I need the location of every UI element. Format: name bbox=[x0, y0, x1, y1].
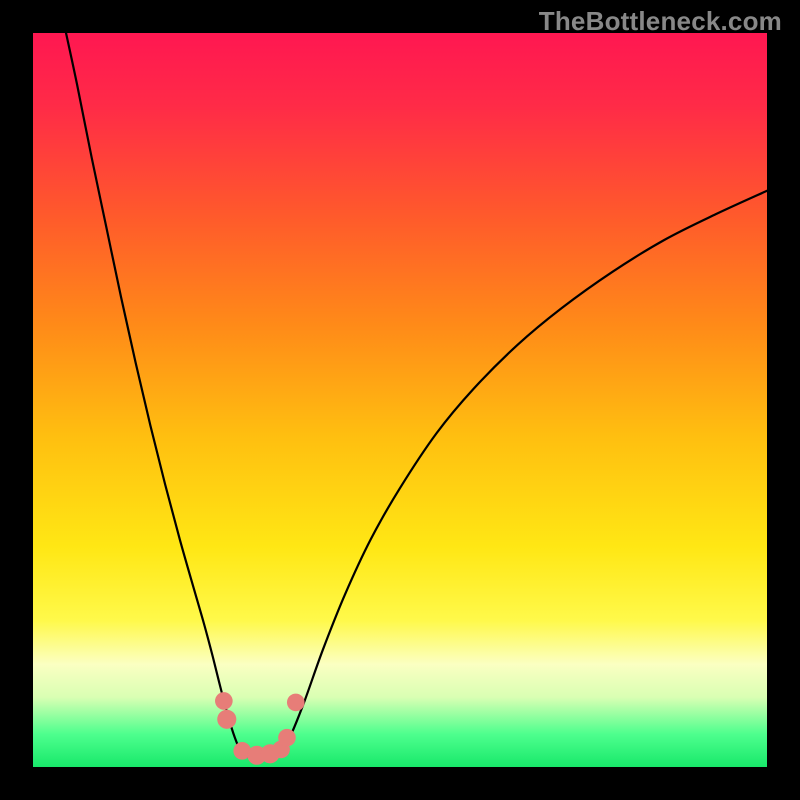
data-marker bbox=[278, 729, 296, 747]
data-marker bbox=[287, 694, 305, 712]
data-marker bbox=[215, 692, 233, 710]
gradient-background bbox=[33, 33, 767, 767]
chart-svg bbox=[33, 33, 767, 767]
data-marker bbox=[217, 710, 236, 729]
plot-area bbox=[33, 33, 767, 767]
outer-frame: TheBottleneck.com bbox=[0, 0, 800, 800]
